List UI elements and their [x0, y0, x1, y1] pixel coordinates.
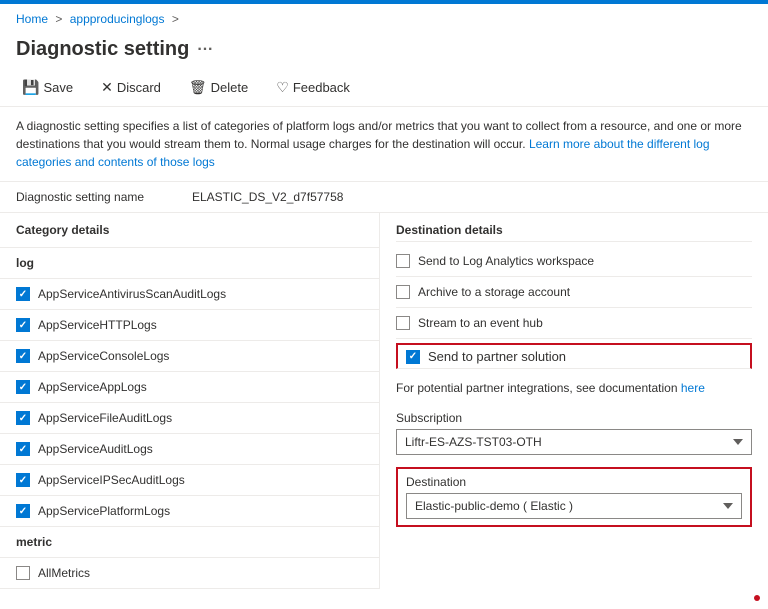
breadcrumb: Home > appproducinglogs > [0, 4, 768, 34]
checkbox-AppServiceFileAuditLogs[interactable] [16, 411, 30, 425]
list-item: AppServiceIPSecAuditLogs [0, 465, 379, 496]
feedback-button[interactable]: ♡ Feedback [270, 75, 356, 100]
delete-icon: 🗑 [189, 79, 207, 96]
save-button[interactable]: 💾 Save [16, 75, 79, 100]
checkbox-AppServiceAuditLogs[interactable] [16, 442, 30, 456]
checkbox-AppServiceAntivirusScanAuditLogs[interactable] [16, 287, 30, 301]
main-content: Category details log AppServiceAntivirus… [0, 213, 768, 589]
setting-name-label: Diagnostic setting name [16, 190, 176, 204]
checkbox-AppServicePlatformLogs[interactable] [16, 504, 30, 518]
log-group-header: log [0, 248, 379, 279]
dest-event-hub: Stream to an event hub [396, 308, 752, 339]
breadcrumb-home[interactable]: Home [16, 12, 48, 26]
discard-icon: ✕ [101, 79, 113, 96]
subscription-label: Subscription [396, 411, 752, 425]
dest-log-analytics: Send to Log Analytics workspace [396, 246, 752, 277]
right-panel: Destination details Send to Log Analytic… [380, 213, 768, 589]
list-item: AllMetrics [0, 558, 379, 589]
save-icon: 💾 [22, 79, 39, 96]
setting-name-row: Diagnostic setting name ELASTIC_DS_V2_d7… [0, 182, 768, 213]
list-item: AppServiceAuditLogs [0, 434, 379, 465]
delete-button[interactable]: 🗑 Delete [183, 75, 254, 100]
list-item: AppServiceHTTPLogs [0, 310, 379, 341]
partner-note: For potential partner integrations, see … [396, 373, 752, 403]
checkbox-log-analytics[interactable] [396, 254, 410, 268]
destination-group-highlighted: Destination Elastic-public-demo ( Elasti… [396, 467, 752, 527]
checkbox-AllMetrics[interactable] [16, 566, 30, 580]
feedback-icon: ♡ [276, 79, 289, 96]
destination-label: Destination [406, 475, 742, 489]
checkbox-partner-solution[interactable] [406, 350, 420, 364]
list-item: AppServiceConsoleLogs [0, 341, 379, 372]
checkbox-event-hub[interactable] [396, 316, 410, 330]
setting-name-value: ELASTIC_DS_V2_d7f57758 [192, 190, 343, 204]
toolbar: 💾 Save ✕ Discard 🗑 Delete ♡ Feedback [0, 69, 768, 107]
left-panel: Category details log AppServiceAntivirus… [0, 213, 380, 589]
partner-doc-link[interactable]: here [681, 381, 705, 395]
metric-group-header: metric [0, 527, 379, 558]
list-item: AppServiceFileAuditLogs [0, 403, 379, 434]
dest-storage-account: Archive to a storage account [396, 277, 752, 308]
list-item: AppServiceAntivirusScanAuditLogs [0, 279, 379, 310]
subscription-group: Subscription Liftr-ES-AZS-TST03-OTH [396, 403, 752, 463]
dest-partner-solution-highlighted: Send to partner solution [396, 343, 752, 369]
checkbox-AppServiceAppLogs[interactable] [16, 380, 30, 394]
red-dot-indicator [754, 595, 760, 601]
discard-button[interactable]: ✕ Discard [95, 75, 167, 100]
checkbox-AppServiceIPSecAuditLogs[interactable] [16, 473, 30, 487]
description: A diagnostic setting specifies a list of… [0, 107, 768, 182]
subscription-select[interactable]: Liftr-ES-AZS-TST03-OTH [396, 429, 752, 455]
destination-select[interactable]: Elastic-public-demo ( Elastic ) [406, 493, 742, 519]
destination-details-header: Destination details [396, 213, 752, 242]
checkbox-storage-account[interactable] [396, 285, 410, 299]
list-item: AppServicePlatformLogs [0, 496, 379, 527]
checkbox-AppServiceConsoleLogs[interactable] [16, 349, 30, 363]
more-icon[interactable]: ··· [197, 41, 213, 59]
page-title: Diagnostic setting ··· [0, 34, 768, 69]
breadcrumb-resource[interactable]: appproducinglogs [70, 12, 165, 26]
category-details-header: Category details [0, 213, 379, 248]
list-item: AppServiceAppLogs [0, 372, 379, 403]
checkbox-AppServiceHTTPLogs[interactable] [16, 318, 30, 332]
